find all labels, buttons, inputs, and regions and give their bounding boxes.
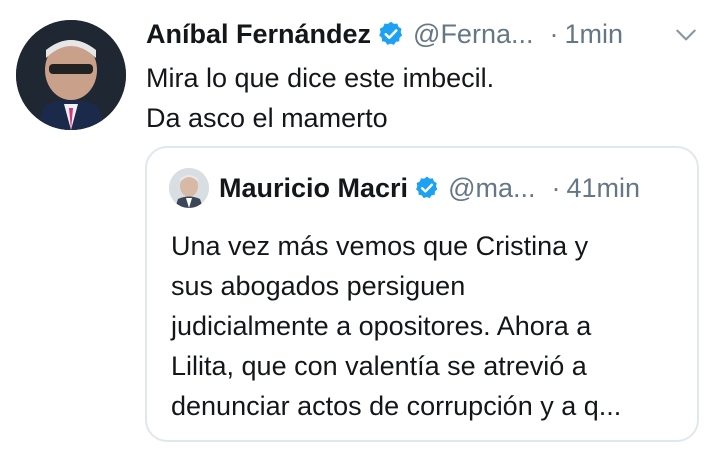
tweet-header: Aníbal Fernández @Ferna... · 1min [146,14,703,54]
verified-badge-icon [379,21,403,45]
quoted-text-line: sus abogados persiguen [171,271,466,301]
quoted-author-handle[interactable]: @ma... [448,173,535,204]
tweet-text-line: Da asco el mamerto [146,103,388,133]
author-name[interactable]: Aníbal Fernández [146,19,371,50]
tweet-text: Mira lo que dice este imbecil. Da asco e… [146,58,686,138]
quoted-tweet[interactable]: Mauricio Macri @ma... · 41min Una vez má… [145,146,699,442]
separator-dot: · [551,172,561,203]
quoted-text-line: judicialmente a opositores. Ahora a [171,311,592,341]
author-avatar[interactable] [16,20,126,130]
quoted-author-avatar[interactable] [169,168,209,208]
quoted-author-photo [169,168,209,208]
quoted-text-line: denunciar actos de corrupción y a q... [171,391,622,421]
verified-badge-icon [416,176,438,199]
quoted-text-line: Lilita, que con valentía se atrevió a [171,351,587,381]
author-handle[interactable]: @Ferna... [413,19,533,50]
quoted-tweet-header: Mauricio Macri @ma... · 41min [219,168,677,208]
separator-dot: · [549,18,559,49]
quoted-tweet-text: Una vez más vemos que Cristina y sus abo… [171,226,686,426]
quoted-text-line: Una vez más vemos que Cristina y [171,231,589,261]
chevron-down-icon[interactable] [673,22,699,48]
tweet-timestamp[interactable]: 1min [564,19,623,50]
author-photo [16,20,126,130]
quoted-author-name[interactable]: Mauricio Macri [219,173,408,204]
tweet-card[interactable]: Aníbal Fernández @Ferna... · 1min Mira l… [0,0,717,454]
quoted-tweet-timestamp[interactable]: 41min [566,173,640,204]
tweet-text-line: Mira lo que dice este imbecil. [146,63,495,93]
